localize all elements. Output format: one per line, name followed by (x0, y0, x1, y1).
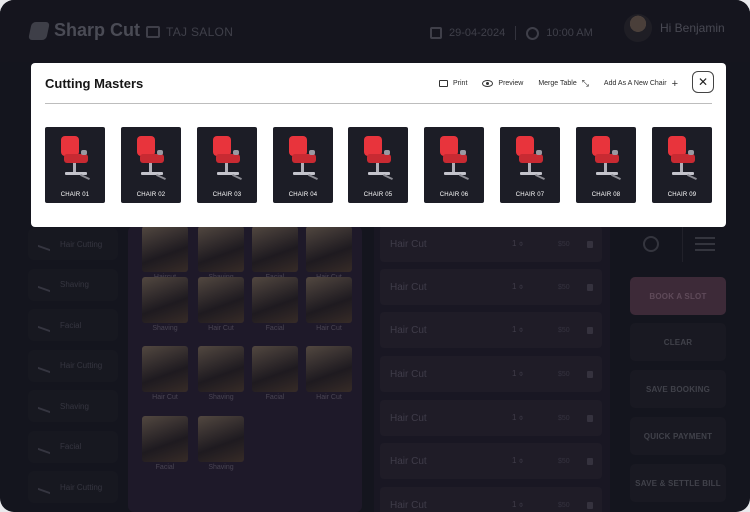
salon-chair-icon (289, 136, 318, 181)
close-button[interactable]: ✕ (692, 71, 714, 93)
chair-card[interactable]: CHAIR 07 (500, 127, 560, 203)
add-chair-button[interactable]: Add As A New Chair + (604, 77, 679, 90)
close-icon: ✕ (697, 75, 709, 89)
chair-card[interactable]: CHAIR 04 (273, 127, 333, 203)
app-window: Sharp Cut TAJ SALON 29-04-2024 10:00 AM … (0, 0, 750, 512)
chair-card[interactable]: CHAIR 06 (424, 127, 484, 203)
print-button[interactable]: Print (439, 80, 467, 87)
merge-icon: ⤡ (581, 78, 589, 88)
salon-chair-icon (61, 136, 90, 181)
preview-button[interactable]: Preview (482, 80, 523, 87)
chair-card[interactable]: CHAIR 03 (197, 127, 257, 203)
modal-toolbar: Print Preview Merge Table ⤡ Add As A New … (439, 78, 693, 89)
eye-icon (482, 80, 494, 87)
chair-modal: Cutting Masters Print Preview Merge Tabl… (31, 63, 726, 227)
merge-table-button[interactable]: Merge Table ⤡ (538, 78, 589, 89)
salon-chair-icon (668, 136, 697, 181)
salon-chair-icon (213, 136, 242, 181)
salon-chair-icon (592, 136, 621, 181)
salon-chair-icon (440, 136, 469, 181)
chair-card[interactable]: CHAIR 05 (348, 127, 408, 203)
chair-card[interactable]: CHAIR 01 (45, 127, 105, 203)
divider (45, 103, 712, 104)
chair-card[interactable]: CHAIR 09 (652, 127, 712, 203)
salon-chair-icon (364, 136, 393, 181)
chair-card[interactable]: CHAIR 08 (576, 127, 636, 203)
salon-chair-icon (516, 136, 545, 181)
chair-card[interactable]: CHAIR 02 (121, 127, 181, 203)
salon-chair-icon (137, 136, 166, 181)
printer-icon (439, 80, 448, 87)
modal-title: Cutting Masters (45, 76, 144, 91)
plus-icon: + (671, 77, 679, 90)
